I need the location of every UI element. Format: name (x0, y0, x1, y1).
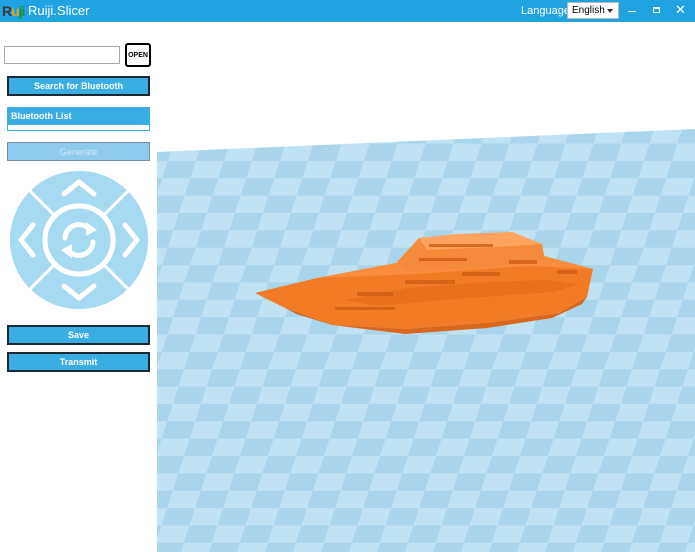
app-logo: Ruji (2, 3, 25, 19)
transmit-button[interactable]: Transmit (7, 352, 150, 372)
generate-button[interactable]: Generate (7, 142, 150, 161)
left-panel: OPEN Search for Bluetooth Bluetooth List… (0, 22, 157, 552)
minimize-button[interactable] (620, 0, 644, 22)
dpad-center-button[interactable] (44, 205, 114, 275)
maximize-button[interactable] (645, 0, 669, 22)
save-button[interactable]: Save (7, 325, 150, 345)
bluetooth-list-header: Bluetooth List (8, 108, 149, 125)
language-label: Language (521, 5, 570, 17)
bluetooth-list[interactable]: Bluetooth List (7, 107, 150, 131)
window-title: Ruiji.Slicer (28, 3, 90, 18)
language-select[interactable]: English (567, 2, 619, 19)
dropdown-caret-icon (607, 9, 613, 13)
maximize-icon (653, 7, 660, 13)
scene-canvas (157, 129, 695, 552)
build-plate (157, 129, 695, 552)
open-button[interactable]: OPEN (125, 43, 151, 67)
close-button[interactable]: ✕ (670, 0, 694, 22)
close-icon: ✕ (675, 2, 686, 17)
file-path-input[interactable] (4, 46, 120, 64)
direction-pad (7, 168, 151, 312)
search-bluetooth-button[interactable]: Search for Bluetooth (7, 76, 150, 96)
3d-viewport[interactable] (157, 22, 695, 552)
language-select-value: English (572, 5, 605, 16)
title-bar: Ruji Ruiji.Slicer Language English ✕ (0, 0, 695, 22)
minimize-icon (628, 11, 636, 12)
